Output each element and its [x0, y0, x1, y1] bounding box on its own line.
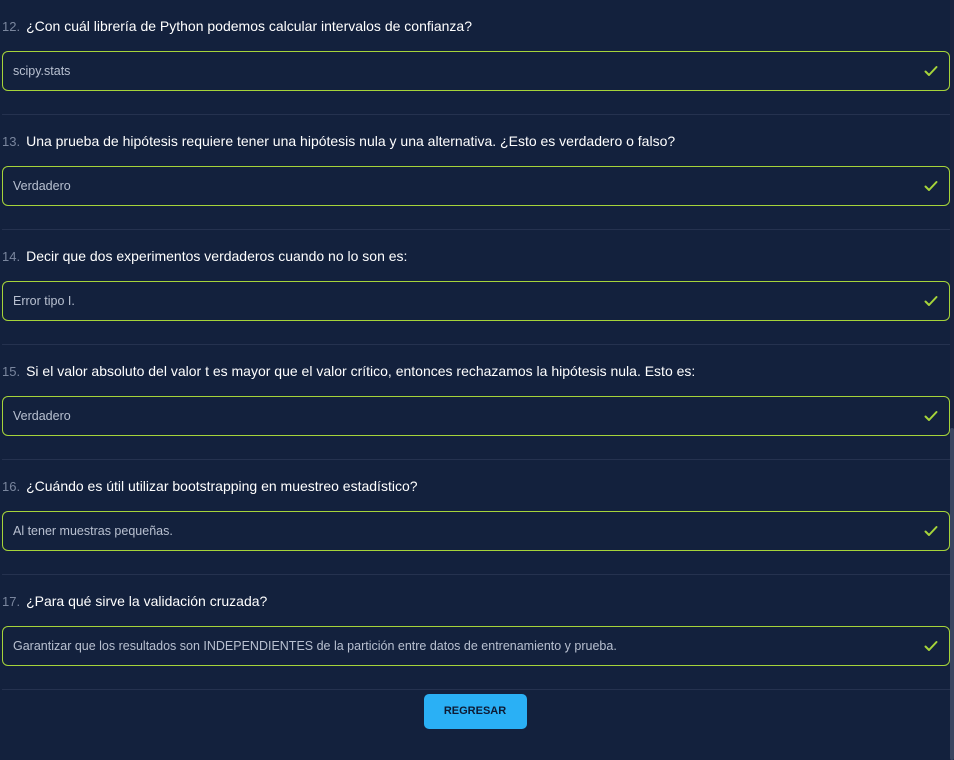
- question-text: 12. ¿Con cuál librería de Python podemos …: [2, 18, 472, 34]
- question-label: Una prueba de hipótesis requiere tener u…: [26, 133, 676, 149]
- check-icon: [924, 296, 938, 306]
- question-text: 15. Si el valor absoluto del valor t es m…: [2, 363, 695, 379]
- answer-field[interactable]: Error tipo I.: [2, 281, 950, 321]
- answer-field[interactable]: Verdadero: [2, 396, 950, 436]
- answer-text: Garantizar que los resultados son INDEPE…: [13, 639, 617, 653]
- answer-text: scipy.stats: [13, 64, 71, 78]
- scrollbar[interactable]: [950, 0, 954, 760]
- answer-text: Al tener muestras pequeñas.: [13, 524, 173, 538]
- answer-text: Verdadero: [13, 179, 71, 193]
- quiz-results-page: 12. ¿Con cuál librería de Python podemos …: [0, 0, 954, 760]
- question-item: 17. ¿Para qué sirve la validación cruzada…: [2, 575, 950, 690]
- check-icon: [924, 181, 938, 191]
- answer-field[interactable]: scipy.stats: [2, 51, 950, 91]
- question-label: Si el valor absoluto del valor t es mayo…: [26, 363, 696, 379]
- question-label: ¿Para qué sirve la validación cruzada?: [26, 593, 268, 609]
- question-number: 14.: [2, 249, 21, 264]
- button-row: REGRESAR: [0, 694, 950, 729]
- question-number: 15.: [2, 364, 21, 379]
- check-icon: [924, 411, 938, 421]
- question-item: 14. Decir que dos experimentos verdaderos…: [2, 230, 950, 345]
- question-item: 15. Si el valor absoluto del valor t es m…: [2, 345, 950, 460]
- question-text: 16. ¿Cuándo es útil utilizar bootstrappin…: [2, 478, 418, 494]
- question-list: 12. ¿Con cuál librería de Python podemos …: [2, 0, 950, 690]
- question-text: 13. Una prueba de hipótesis requiere tene…: [2, 133, 675, 149]
- check-icon: [924, 641, 938, 651]
- question-item: 12. ¿Con cuál librería de Python podemos …: [2, 0, 950, 115]
- question-text: 17. ¿Para qué sirve la validación cruzada…: [2, 593, 267, 609]
- answer-text: Verdadero: [13, 409, 71, 423]
- question-item: 13. Una prueba de hipótesis requiere tene…: [2, 115, 950, 230]
- question-label: ¿Con cuál librería de Python podemos cal…: [26, 18, 472, 34]
- answer-field[interactable]: Verdadero: [2, 166, 950, 206]
- answer-field[interactable]: Al tener muestras pequeñas.: [2, 511, 950, 551]
- question-number: 17.: [2, 594, 21, 609]
- back-button[interactable]: REGRESAR: [423, 694, 527, 729]
- scrollbar-thumb[interactable]: [950, 428, 954, 760]
- question-label: Decir que dos experimentos verdaderos cu…: [26, 248, 408, 264]
- check-icon: [924, 526, 938, 536]
- question-label: ¿Cuándo es útil utilizar bootstrapping e…: [26, 478, 418, 494]
- question-text: 14. Decir que dos experimentos verdaderos…: [2, 248, 407, 264]
- question-item: 16. ¿Cuándo es útil utilizar bootstrappin…: [2, 460, 950, 575]
- answer-field[interactable]: Garantizar que los resultados son INDEPE…: [2, 626, 950, 666]
- question-number: 13.: [2, 134, 21, 149]
- answer-text: Error tipo I.: [13, 294, 75, 308]
- question-number: 16.: [2, 479, 21, 494]
- check-icon: [924, 66, 938, 76]
- question-number: 12.: [2, 19, 21, 34]
